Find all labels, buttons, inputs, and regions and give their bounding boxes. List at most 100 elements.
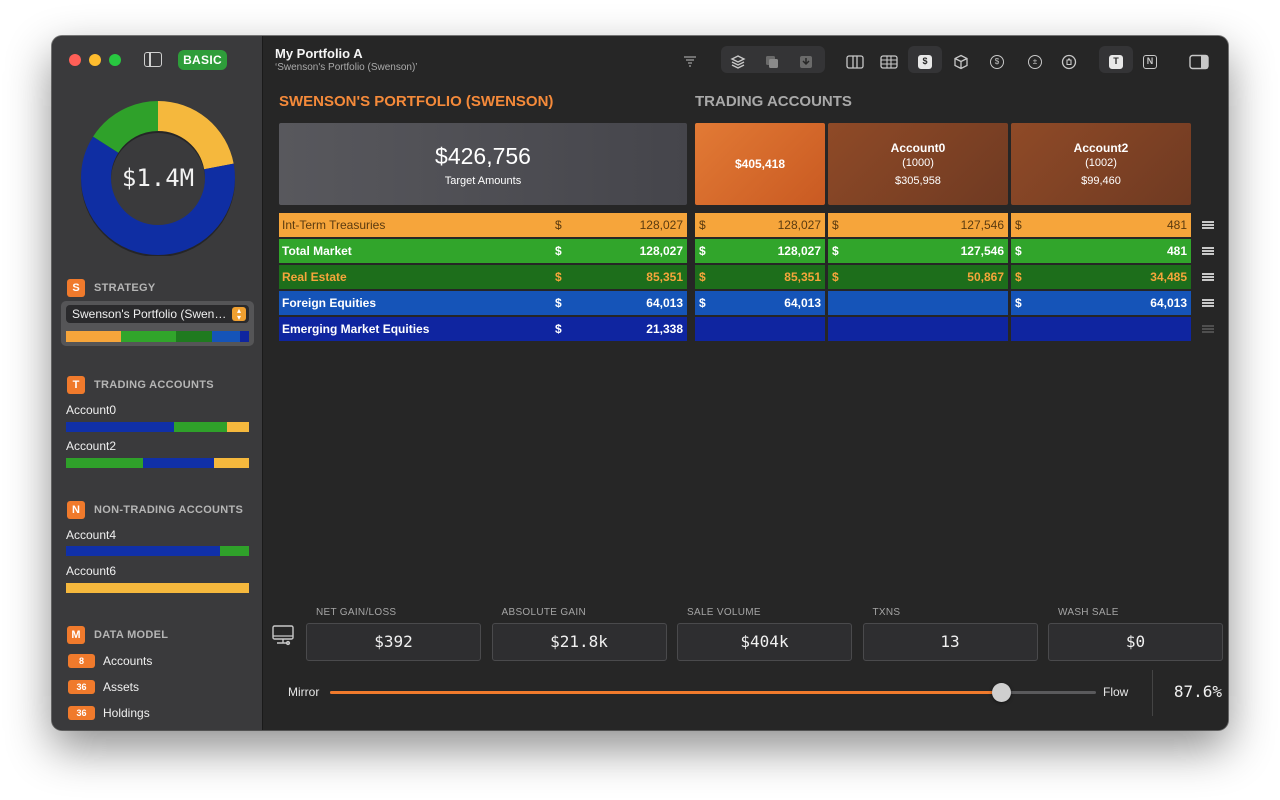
mirror-flow-slider[interactable] (330, 683, 1096, 702)
asset-row-target[interactable]: Emerging Market Equities $21,338 (279, 317, 687, 341)
sidebar-account-label[interactable]: Account4 (66, 528, 116, 542)
asset-class-name: Int-Term Treasuries (282, 218, 386, 232)
dollar-circle-glyph: $ (990, 55, 1004, 69)
asset-class-name: Real Estate (282, 270, 347, 284)
account-allocation-bar (66, 583, 249, 593)
asset-row-target[interactable]: Real Estate $85,351 (279, 265, 687, 289)
slider-fill (330, 691, 1002, 694)
cell-amount: 34,485 (1150, 270, 1187, 284)
account-allocation-cell[interactable]: $127,546 (828, 239, 1008, 263)
strategy-badge: S (67, 279, 85, 297)
strategy-select[interactable]: Swenson's Portfolio (Swen… ▴ ▾ (66, 305, 249, 323)
data-model-item-holdings[interactable]: 36 Holdings (68, 706, 150, 720)
cell-amount: 85,351 (784, 270, 821, 284)
slider-knob[interactable] (992, 683, 1012, 702)
account-allocation-cell[interactable]: $34,485 (1011, 265, 1191, 289)
data-model-item-assets[interactable]: 36 Assets (68, 680, 139, 694)
trading-badge: T (67, 376, 85, 394)
copy-icon[interactable] (759, 50, 785, 74)
slider-percent: 87.6% (1173, 682, 1222, 701)
count-badge: 36 (68, 706, 95, 720)
currency-symbol: $ (555, 296, 562, 310)
account-allocation-cell[interactable]: $128,027 (695, 239, 825, 263)
strategy-section-header: S STRATEGY (67, 279, 155, 297)
bar-segment (142, 458, 215, 468)
row-menu-icon[interactable] (1202, 247, 1214, 255)
strategy-panel: Swenson's Portfolio (Swen… ▴ ▾ (61, 301, 254, 346)
account-allocation-cell[interactable] (1011, 317, 1191, 341)
trading-title: TRADING ACCOUNTS (94, 379, 214, 391)
cell-amount: 127,546 (960, 244, 1004, 258)
cell-amount: 481 (1166, 244, 1187, 258)
asset-row-target[interactable]: Foreign Equities $64,013 (279, 291, 687, 315)
columns-icon[interactable] (842, 50, 868, 74)
dollar-square-icon[interactable]: $ (912, 50, 938, 74)
account-allocation-cell[interactable]: $127,546 (828, 213, 1008, 237)
portfolio-heading: SWENSON'S PORTFOLIO (SWENSON) (279, 93, 554, 110)
account-allocation-cell[interactable]: $85,351 (695, 265, 825, 289)
strategy-allocation-bar (66, 331, 250, 342)
data-model-title: DATA MODEL (94, 629, 169, 641)
allocation-donut-chart: $1.4M (80, 100, 236, 257)
account-allocation-cell[interactable] (828, 317, 1008, 341)
window-title: My Portfolio A (275, 46, 363, 61)
download-icon[interactable] (793, 50, 819, 74)
stat-value: $21.8k (491, 623, 667, 661)
asset-row-target[interactable]: Total Market $128,027 (279, 239, 687, 263)
plus-minus-glyph: ± (1028, 55, 1042, 69)
bar-segment (66, 422, 174, 432)
cell-amount: 50,867 (967, 270, 1004, 284)
account-allocation-cell[interactable] (695, 317, 825, 341)
bar-segment (175, 331, 213, 342)
row-menu-icon[interactable] (1202, 221, 1214, 229)
sidebar-account-label[interactable]: Account6 (66, 564, 116, 578)
funnel-icon[interactable] (677, 50, 703, 74)
bar-segment (173, 422, 228, 432)
account-allocation-cell[interactable]: $481 (1011, 239, 1191, 263)
stat-label: SALE VOLUME (687, 607, 761, 618)
account-allocation-cell[interactable]: $128,027 (695, 213, 825, 237)
trading-total-card[interactable]: $405,418 (695, 123, 825, 205)
trash-icon[interactable] (1056, 50, 1082, 74)
layers-icon[interactable] (725, 50, 751, 74)
basic-badge[interactable]: BASIC (178, 50, 227, 70)
account-card-account0[interactable]: Account0 (1000) $305,958 (828, 123, 1008, 205)
data-model-header: M DATA MODEL (67, 626, 168, 644)
bar-segment (120, 331, 176, 342)
data-model-item-accounts[interactable]: 8 Accounts (68, 654, 152, 668)
account-allocation-cell[interactable]: $64,013 (695, 291, 825, 315)
t-square-icon[interactable]: T (1103, 50, 1129, 74)
bar-segment (214, 458, 249, 468)
target-amount: 128,027 (639, 218, 683, 232)
account-allocation-cell[interactable]: $50,867 (828, 265, 1008, 289)
asset-row-target[interactable]: Int-Term Treasuries $128,027 (279, 213, 687, 237)
dollar-circle-icon[interactable]: $ (984, 50, 1010, 74)
currency-symbol: $ (1015, 270, 1022, 284)
currency-symbol: $ (699, 270, 706, 284)
account-allocation-cell[interactable]: $481 (1011, 213, 1191, 237)
currency-symbol: $ (832, 218, 839, 232)
stat-value: 13 (862, 623, 1038, 661)
n-square-icon[interactable]: N (1137, 50, 1163, 74)
minimize-window-button[interactable] (89, 54, 101, 66)
row-menu-icon[interactable] (1202, 273, 1214, 281)
sidebar-toggle-icon[interactable] (144, 52, 162, 67)
table-icon[interactable] (876, 50, 902, 74)
close-window-button[interactable] (69, 54, 81, 66)
bar-segment (66, 331, 121, 342)
sidebar-account-label[interactable]: Account2 (66, 439, 116, 453)
cube-icon[interactable] (948, 50, 974, 74)
inspector-icon[interactable] (1186, 50, 1212, 74)
sidebar-account-label[interactable]: Account0 (66, 403, 116, 417)
plus-minus-icon[interactable]: ± (1022, 50, 1048, 74)
row-menu-icon[interactable] (1202, 299, 1214, 307)
monitor-icon[interactable] (272, 624, 294, 646)
trading-accounts-header: T TRADING ACCOUNTS (67, 376, 214, 394)
account-allocation-cell[interactable] (828, 291, 1008, 315)
account-allocation-cell[interactable]: $64,013 (1011, 291, 1191, 315)
row-menu-icon[interactable] (1202, 325, 1214, 333)
target-amount: 85,351 (646, 270, 683, 284)
target-amount: 64,013 (646, 296, 683, 310)
zoom-window-button[interactable] (109, 54, 121, 66)
account-card-account2[interactable]: Account2 (1002) $99,460 (1011, 123, 1191, 205)
